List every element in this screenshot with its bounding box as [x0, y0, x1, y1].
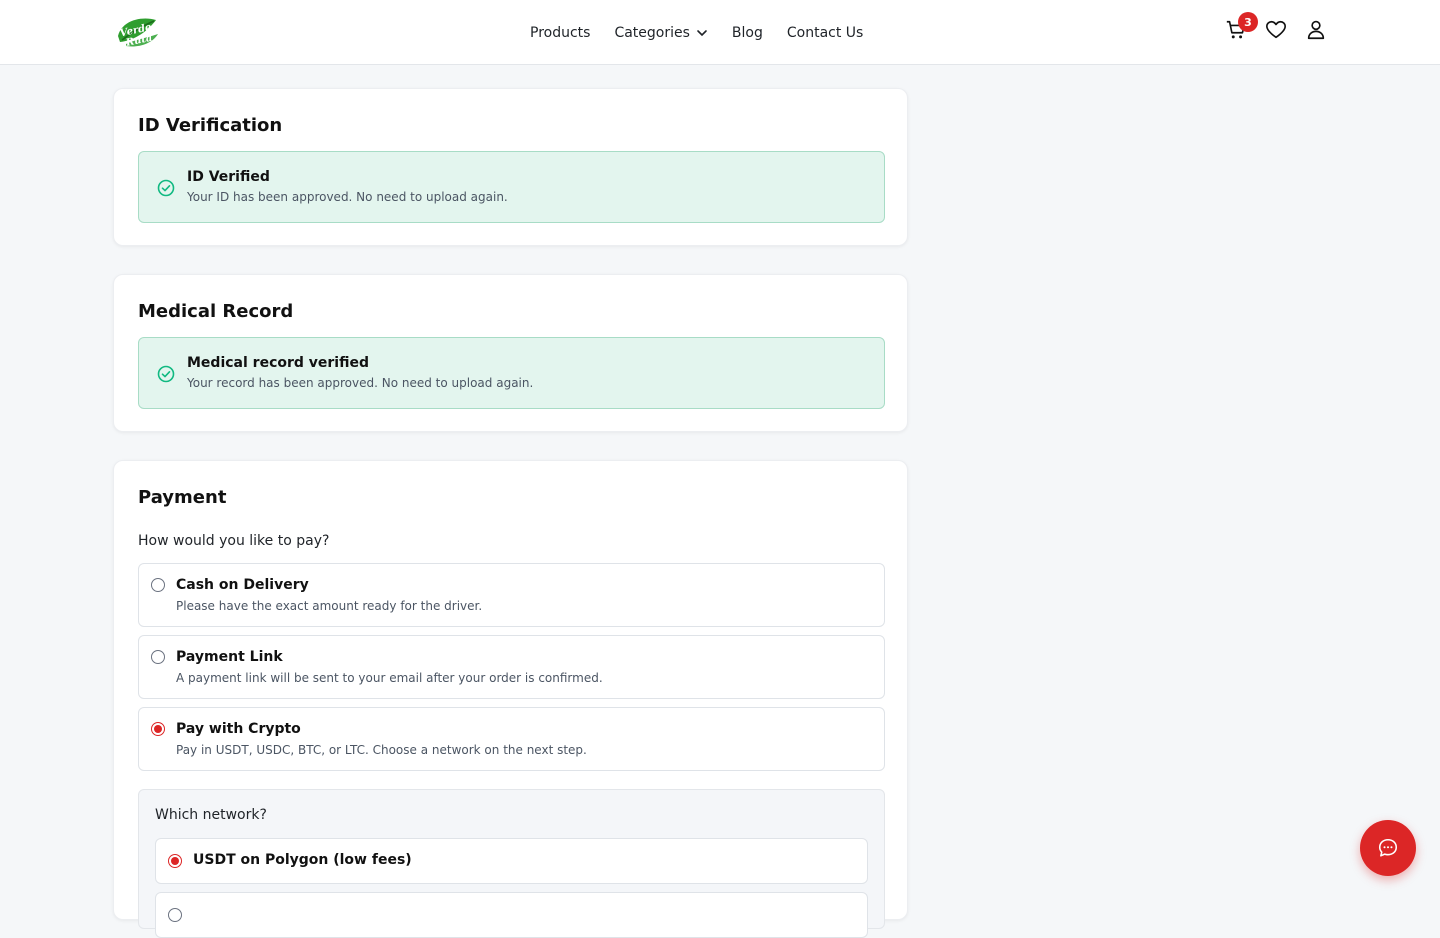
medical-record-card: Medical Record Medical record verified Y… — [113, 274, 908, 432]
check-circle-icon — [157, 365, 175, 383]
medical-verified-status: Medical record verified Your record has … — [138, 337, 885, 409]
option-desc: Please have the exact amount ready for t… — [176, 599, 483, 613]
payment-option-cash[interactable]: Cash on Delivery Please have the exact a… — [138, 563, 885, 627]
medical-verified-title: Medical record verified — [187, 355, 369, 371]
payment-option-crypto[interactable]: Pay with Crypto Pay in USDT, USDC, BTC, … — [138, 707, 885, 771]
brand-logo[interactable]: Verde Ruta — [112, 14, 162, 50]
option-desc: A payment link will be sent to your emai… — [176, 671, 603, 685]
nav-categories-label: Categories — [614, 24, 690, 41]
network-option-usdt-polygon[interactable]: USDT on Polygon (low fees) — [155, 838, 868, 884]
chat-bubble-icon — [1378, 838, 1398, 857]
network-option-next[interactable] — [155, 892, 868, 938]
option-desc: Pay in USDT, USDC, BTC, or LTC. Choose a… — [176, 743, 587, 757]
radio-payment-link[interactable] — [151, 650, 165, 664]
heart-icon — [1266, 20, 1286, 39]
cart-button[interactable]: 3 — [1220, 12, 1258, 46]
id-verified-desc: Your ID has been approved. No need to up… — [187, 190, 508, 204]
option-title: Payment Link — [176, 649, 283, 665]
main-nav: Products Categories Blog Contact Us — [530, 0, 887, 65]
option-title: Cash on Delivery — [176, 577, 309, 593]
user-icon — [1307, 20, 1325, 40]
nav-contact[interactable]: Contact Us — [787, 25, 863, 41]
nav-products[interactable]: Products — [530, 25, 590, 41]
leaf-logo-icon: Verde Ruta — [118, 18, 158, 49]
id-verified-title: ID Verified — [187, 169, 270, 185]
chat-button[interactable] — [1360, 820, 1416, 876]
nav-blog-label: Blog — [731, 24, 763, 41]
radio-usdt-polygon[interactable] — [168, 854, 182, 868]
id-verification-title: ID Verification — [138, 115, 283, 136]
payment-question: How would you like to pay? — [138, 533, 330, 549]
payment-title: Payment — [138, 487, 227, 508]
nav-categories[interactable]: Categories — [614, 25, 707, 41]
chevron-down-icon — [696, 27, 708, 39]
medical-verified-desc: Your record has been approved. No need t… — [187, 376, 534, 390]
network-question: Which network? — [155, 807, 267, 823]
id-verification-card: ID Verification ID Verified Your ID has … — [113, 88, 908, 246]
wishlist-button[interactable] — [1260, 14, 1292, 46]
site-header: Verde Ruta Products Categories Blog Cont… — [0, 0, 1440, 65]
nav-products-label: Products — [530, 24, 591, 41]
payment-option-link[interactable]: Payment Link A payment link will be sent… — [138, 635, 885, 699]
account-button[interactable] — [1300, 14, 1332, 46]
network-option-label: USDT on Polygon (low fees) — [193, 852, 412, 868]
cart-count-badge: 3 — [1238, 12, 1258, 32]
medical-record-title: Medical Record — [138, 301, 294, 322]
radio-network-next[interactable] — [168, 908, 182, 922]
radio-pay-with-crypto[interactable] — [151, 722, 165, 736]
id-verified-status: ID Verified Your ID has been approved. N… — [138, 151, 885, 223]
nav-contact-label: Contact Us — [786, 24, 864, 41]
radio-cash-on-delivery[interactable] — [151, 578, 165, 592]
header-actions: 3 — [1220, 12, 1340, 46]
check-circle-icon — [157, 179, 175, 197]
network-selector: Which network? USDT on Polygon (low fees… — [138, 789, 885, 938]
payment-card: Payment How would you like to pay? Cash … — [113, 460, 908, 938]
option-title: Pay with Crypto — [176, 721, 301, 737]
nav-blog[interactable]: Blog — [732, 25, 763, 41]
